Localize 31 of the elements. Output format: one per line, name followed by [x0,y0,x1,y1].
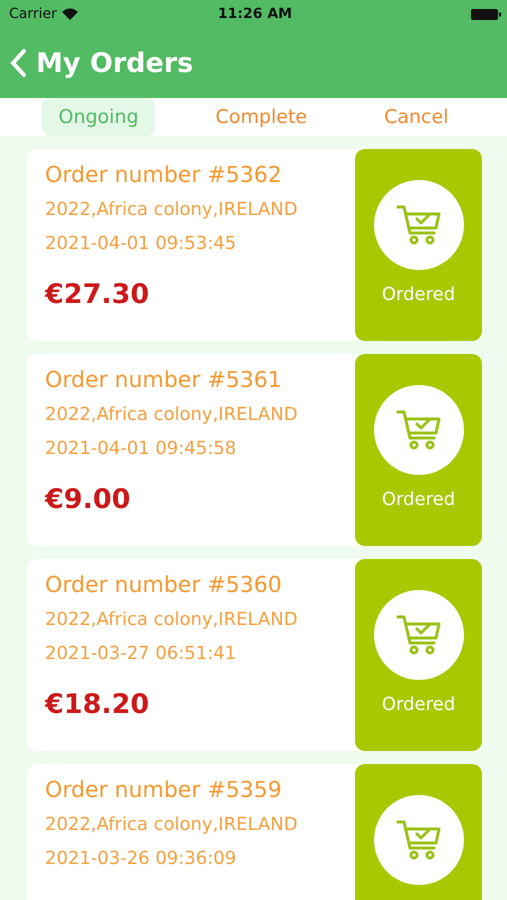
order-address: 2022,Africa colony,IRELAND [45,608,299,632]
status-label: Ordered [382,284,456,305]
order-tab[interactable]: Complete [200,98,324,136]
order-tab[interactable]: Ongoing [42,98,155,136]
order-address: 2022,Africa colony,IRELAND [45,403,299,427]
back-icon[interactable] [10,49,26,77]
clock-time: 11:26 AM [218,6,292,22]
order-date: 2021-04-01 09:45:58 [45,437,238,461]
order-price: €18.20 [45,689,150,720]
carrier-label: Carrier [9,6,57,22]
order-date: 2021-03-27 06:51:41 [45,642,238,666]
order-address: 2022,Africa colony,IRELAND [45,198,299,222]
status-label: Ordered [382,489,456,510]
order-date: 2021-03-26 09:36:09 [45,847,238,871]
order-price: €27.30 [45,279,150,310]
page-title: My Orders [36,48,194,78]
order-price: €9.00 [45,484,132,515]
order-address: 2022,Africa colony,IRELAND [45,813,299,837]
order-date: 2021-04-01 09:53:45 [45,232,238,256]
order-number: Order number #5362 [45,162,283,190]
status-label: Ordered [382,694,456,715]
order-card[interactable]: Order number #5360 2022,Africa colony,IRELAND 2021-03-27 06:51:41 €18.20 Ordered [27,559,482,751]
order-tab[interactable]: Cancel [368,98,464,136]
order-number: Order number #5360 [45,572,283,600]
wifi-icon [62,8,78,20]
order-number: Order number #5359 [45,777,283,805]
battery-icon [471,8,501,20]
order-card[interactable]: Order number #5359 2022,Africa colony,IRELAND 2021-03-26 09:36:09 [27,764,482,900]
order-card[interactable]: Order number #5361 2022,Africa colony,IRELAND 2021-04-01 09:45:58 €9.00 Ordered [27,354,482,546]
order-card[interactable]: Order number #5362 2022,Africa colony,IRELAND 2021-04-01 09:53:45 €27.30 Ordered [27,149,482,341]
order-number: Order number #5361 [45,367,283,395]
